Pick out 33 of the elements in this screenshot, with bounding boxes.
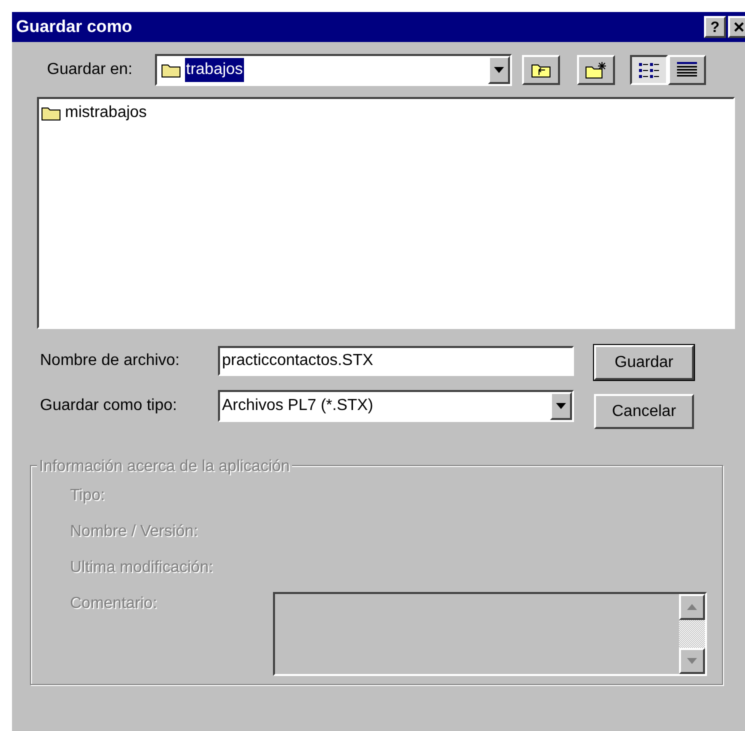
view-button[interactable]	[630, 55, 668, 85]
close-button[interactable]	[728, 16, 745, 38]
caret-icon	[556, 403, 566, 409]
down-arrow-icon	[687, 658, 697, 664]
dropdown-button[interactable]	[488, 56, 510, 84]
folder-icon	[161, 62, 181, 78]
new-folder-button[interactable]	[577, 55, 615, 85]
dialog-button[interactable]: Guardar	[594, 345, 694, 380]
help-button[interactable]: ?	[704, 16, 726, 38]
info-label: Tipo:	[70, 486, 106, 506]
window-title: Guardar como	[16, 16, 134, 38]
folder-up-icon	[531, 62, 551, 78]
close-icon	[734, 22, 744, 32]
selected-folder: trabajos	[185, 58, 244, 82]
dropdown-button[interactable]	[550, 392, 572, 420]
file-name-label: Nombre de archivo:	[40, 351, 181, 371]
list-view-icon	[638, 61, 660, 79]
file-item[interactable]: mistrabajos	[41, 101, 731, 125]
info-label: Ultima modificación:	[70, 558, 214, 578]
dialog-button[interactable]: Cancelar	[594, 394, 694, 429]
new-folder-icon	[585, 61, 607, 79]
caret-icon	[494, 67, 504, 73]
up-arrow-icon	[687, 604, 697, 610]
comment-label: Comentario:	[70, 594, 158, 614]
up-folder-button[interactable]	[522, 55, 560, 85]
file-name-field[interactable]: practiccontactos.STX	[218, 346, 574, 376]
folder-icon	[41, 105, 61, 121]
save-in-dropdown[interactable]: trabajos	[155, 54, 512, 86]
file-type-label: Guardar como tipo:	[40, 396, 178, 416]
details-view-icon	[676, 61, 698, 79]
save-in-label: Guardar en:	[47, 60, 134, 80]
info-label: Nombre / Versión:	[70, 522, 200, 542]
file-type-dropdown[interactable]: Archivos PL7 (*.STX)	[218, 390, 574, 422]
